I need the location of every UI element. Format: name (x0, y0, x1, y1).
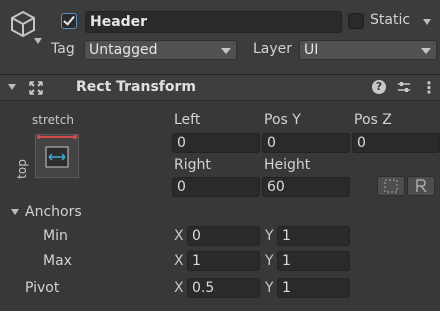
icon-dropdown-arrow[interactable] (34, 38, 42, 44)
active-checkbox[interactable] (61, 13, 77, 29)
static-checkbox[interactable] (348, 13, 364, 29)
anchors-foldout-arrow-icon[interactable] (11, 209, 19, 215)
anchors-max-y-axis: Y (265, 253, 274, 269)
tag-dropdown[interactable]: Untagged (84, 40, 237, 60)
static-dropdown-arrow[interactable] (423, 19, 431, 25)
anchors-max-label: Max (43, 253, 72, 269)
pivot-x-axis: X (174, 280, 184, 296)
layer-dropdown[interactable]: UI (299, 40, 437, 60)
rect-transform-icon (28, 80, 44, 100)
anchor-presets-button[interactable] (35, 134, 79, 178)
left-label: Left (174, 112, 201, 128)
anchors-label[interactable]: Anchors (25, 204, 82, 220)
anchors-min-y-axis: Y (265, 228, 274, 244)
pivot-y-axis: Y (265, 280, 274, 296)
pivot-label: Pivot (25, 280, 60, 296)
anchors-max-x-input[interactable]: 1 (187, 251, 260, 271)
pivot-x-input[interactable]: 0.5 (187, 278, 260, 298)
gameobject-header: Header Static Tag Untagged Layer UI (0, 0, 440, 74)
height-label: Height (264, 157, 311, 173)
blueprint-mode-button[interactable] (377, 176, 405, 196)
raw-edit-button[interactable] (407, 176, 435, 196)
anchors-min-y-input[interactable]: 1 (277, 226, 350, 246)
posz-label: Pos Z (354, 112, 392, 128)
layer-label: Layer (253, 41, 293, 57)
kebab-menu-icon[interactable]: ⋮ (421, 78, 437, 97)
anchors-min-x-axis: X (174, 228, 184, 244)
left-input[interactable]: 0 (172, 133, 260, 153)
sliders-icon[interactable] (397, 80, 411, 98)
chevron-down-icon (221, 48, 231, 54)
anchors-min-x-input[interactable]: 0 (187, 226, 260, 246)
tag-dropdown-value: Untagged (89, 42, 158, 58)
static-label: Static (370, 12, 411, 28)
anchors-max-y-input[interactable]: 1 (277, 251, 350, 271)
anchor-preset-top-label: stretch (32, 113, 74, 127)
layer-dropdown-value: UI (304, 42, 319, 58)
object-name-input[interactable]: Header (85, 11, 342, 33)
blueprint-mode-icon (384, 179, 398, 193)
tag-label: Tag (51, 41, 75, 57)
right-input[interactable]: 0 (172, 177, 260, 197)
anchor-presets-icon (37, 135, 77, 168)
component-header[interactable]: Rect Transform ? ⋮ (0, 75, 440, 101)
posy-label: Pos Y (264, 112, 301, 128)
help-icon[interactable]: ? (372, 80, 386, 94)
raw-edit-icon (416, 179, 427, 193)
anchors-min-label: Min (43, 228, 68, 244)
anchor-preset-side-label: top (15, 159, 29, 179)
foldout-arrow-icon[interactable] (8, 84, 16, 90)
pivot-y-input[interactable]: 1 (277, 278, 350, 298)
right-label: Right (174, 157, 211, 173)
anchors-max-x-axis: X (174, 253, 184, 269)
height-input[interactable]: 60 (262, 177, 350, 197)
posy-input[interactable]: 0 (262, 133, 350, 153)
posz-input[interactable]: 0 (352, 133, 440, 153)
chevron-down-icon (421, 48, 431, 54)
component-title: Rect Transform (76, 79, 197, 95)
